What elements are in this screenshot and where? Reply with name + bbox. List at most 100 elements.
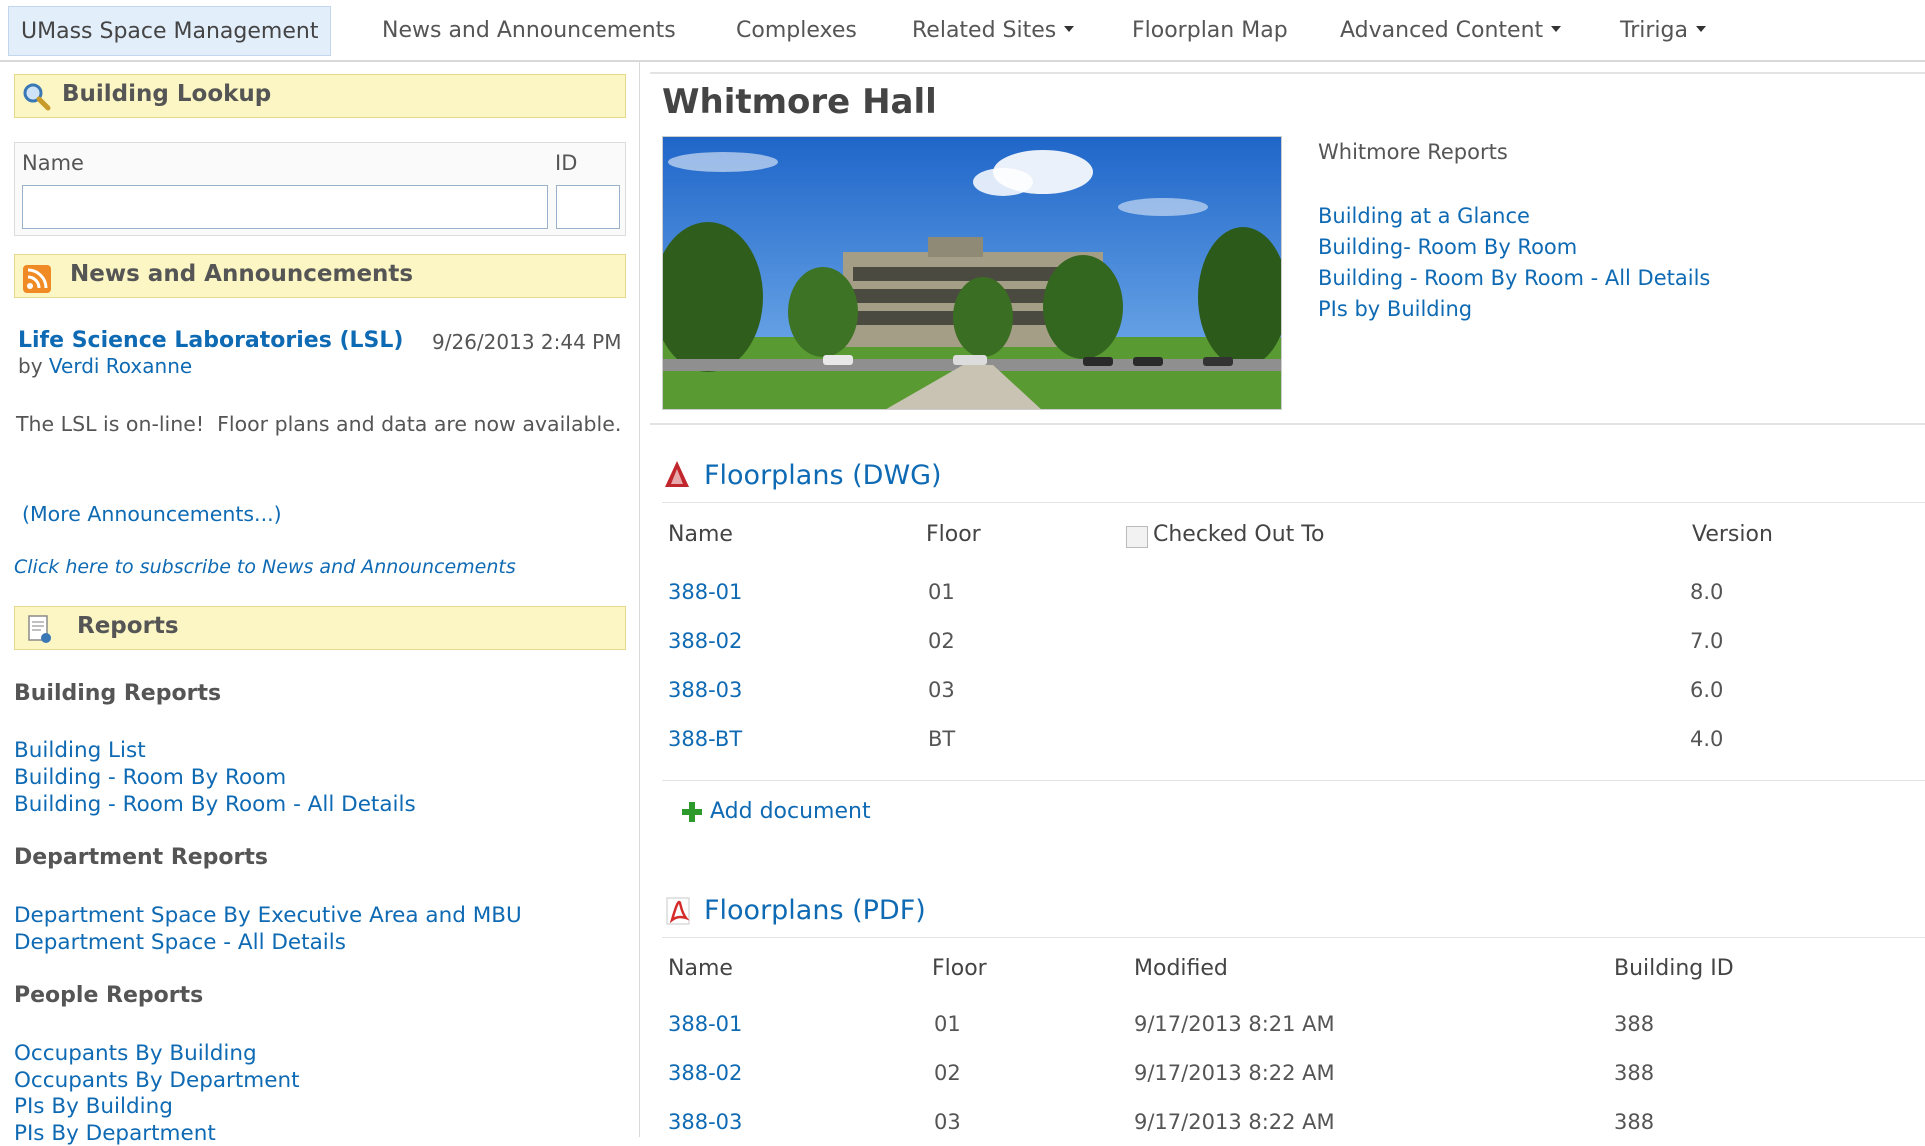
id-label: ID [555,151,578,175]
dwg-row-version: 8.0 [1690,580,1724,604]
pdf-row-floor: 02 [934,1061,961,1085]
nav-item-advanced-content[interactable]: Advanced Content [1340,6,1562,56]
building-lookup-title: Building Lookup [62,81,272,107]
nav-label: Advanced Content [1340,18,1544,43]
dwg-library-title[interactable]: Floorplans (DWG) [704,460,942,491]
dwg-row-name-link[interactable]: 388-03 [668,678,742,702]
announcement-body: The LSL is on-line! Floor plans and data… [16,412,622,436]
plus-icon [682,802,702,822]
pdf-icon [666,897,690,925]
pdf-col-building-id[interactable]: Building ID [1614,956,1734,981]
author-link[interactable]: Verdi Roxanne [49,354,192,378]
pdf-row-name-link[interactable]: 388-03 [668,1110,742,1134]
dwg-row-floor: 02 [928,629,955,653]
announcement-date: 9/26/2013 2:44 PM [432,330,622,354]
page-title: Whitmore Hall [662,82,937,122]
report-link-building-room-by-room[interactable]: Building - Room By Room [14,765,286,790]
pdf-col-floor[interactable]: Floor [932,956,987,981]
pdf-row-name-link[interactable]: 388-01 [668,1012,742,1036]
subscribe-link[interactable]: Click here to subscribe to News and Anno… [14,556,516,578]
department-reports-heading: Department Reports [14,845,269,870]
report-link-dept-space-all-details[interactable]: Department Space - All Details [14,930,346,955]
caret-down-icon [1695,26,1706,32]
pdf-row-name-link[interactable]: 388-02 [668,1061,742,1085]
pdf-col-name[interactable]: Name [668,956,733,981]
pdf-row-floor: 03 [934,1110,961,1134]
dwg-row-name-link[interactable]: 388-01 [668,580,742,604]
report-link-occupants-by-building[interactable]: Occupants By Building [14,1041,257,1066]
report-icon [28,615,51,643]
building-reports-heading: Building Reports [14,681,222,706]
reports-title: Reports [77,613,179,639]
side-link-building-at-a-glance[interactable]: Building at a Glance [1318,204,1710,228]
dwg-row-version: 7.0 [1690,629,1724,653]
section-divider [650,423,1925,425]
dwg-row-name-link[interactable]: 388-02 [668,629,742,653]
dwg-row-floor: 01 [928,580,955,604]
caret-down-icon [1064,26,1075,32]
news-title: News and Announcements [70,261,414,287]
nav-item-floorplan-map[interactable]: Floorplan Map [1132,6,1288,56]
dwg-col-checked-out-to[interactable]: Checked Out To [1153,522,1324,547]
pdf-row-building-id: 388 [1614,1061,1655,1085]
nav-item-umass-space-management[interactable]: UMass Space Management [8,6,332,56]
report-link-pis-by-building[interactable]: PIs By Building [14,1094,173,1119]
report-link-pis-by-department[interactable]: PIs By Department [14,1121,216,1146]
dwg-row-version: 6.0 [1690,678,1724,702]
top-navigation: UMass Space Management News and Announce… [0,0,1925,62]
add-document-link[interactable]: Add document [710,799,871,824]
pdf-library-title[interactable]: Floorplans (PDF) [704,895,926,926]
nav-item-complexes[interactable]: Complexes [736,6,857,56]
pdf-row-building-id: 388 [1614,1012,1655,1036]
dwg-row-floor: BT [928,727,956,751]
dwg-table-divider [662,780,1925,781]
pdf-title-divider [662,937,1925,938]
dwg-col-name[interactable]: Name [668,522,733,547]
nav-label: Related Sites [912,18,1057,43]
building-lookup-panel: Name ID [14,142,626,236]
side-reports-heading: Whitmore Reports [1318,140,1508,164]
dwg-col-floor[interactable]: Floor [926,522,981,547]
nav-item-news[interactable]: News and Announcements [382,6,676,56]
pdf-row-floor: 01 [934,1012,961,1036]
nav-label: News and Announcements [382,18,676,43]
top-divider [650,72,1925,74]
nav-label: UMass Space Management [21,19,319,44]
reports-header: Reports [14,606,626,650]
magnifier-icon [23,83,51,111]
building-reports-links: Whitmore Reports Building at a Glance Bu… [1318,140,1710,328]
more-announcements-link[interactable]: (More Announcements...) [22,502,282,526]
nav-item-tririga[interactable]: Tririga [1620,6,1706,56]
building-lookup-header: Building Lookup [14,74,626,118]
side-link-pis-by-building[interactable]: PIs by Building [1318,297,1710,321]
by-label: by [18,354,43,378]
pdf-row-modified: 9/17/2013 8:22 AM [1134,1061,1335,1085]
report-link-building-list[interactable]: Building List [14,738,146,763]
pdf-col-modified[interactable]: Modified [1134,956,1228,981]
report-link-occupants-by-department[interactable]: Occupants By Department [14,1068,300,1093]
dwg-row-floor: 03 [928,678,955,702]
caret-down-icon [1551,26,1562,32]
announcement-title-link[interactable]: Life Science Laboratories (LSL) [18,328,403,353]
report-link-building-room-all-details[interactable]: Building - Room By Room - All Details [14,792,416,817]
pdf-row-modified: 9/17/2013 8:22 AM [1134,1110,1335,1134]
autocad-icon [665,461,689,487]
building-name-input[interactable] [22,185,548,229]
rss-icon [23,265,51,293]
select-all-checkbox[interactable] [1126,526,1148,548]
pdf-row-modified: 9/17/2013 8:21 AM [1134,1012,1335,1036]
report-link-dept-space-exec-area[interactable]: Department Space By Executive Area and M… [14,903,522,928]
side-link-building-room-by-room[interactable]: Building- Room By Room [1318,235,1710,259]
building-photo [662,136,1282,410]
dwg-col-version[interactable]: Version [1692,522,1773,547]
dwg-title-divider [662,502,1925,503]
dwg-row-name-link[interactable]: 388-BT [668,727,742,751]
side-link-building-room-all-details[interactable]: Building - Room By Room - All Details [1318,266,1710,290]
nav-item-related-sites[interactable]: Related Sites [912,6,1075,56]
news-header: News and Announcements [14,254,626,298]
name-label: Name [22,151,84,175]
nav-label: Floorplan Map [1132,18,1288,43]
nav-label: Complexes [736,18,857,43]
announcement-byline: by Verdi Roxanne [18,354,192,378]
building-id-input[interactable] [556,185,620,229]
